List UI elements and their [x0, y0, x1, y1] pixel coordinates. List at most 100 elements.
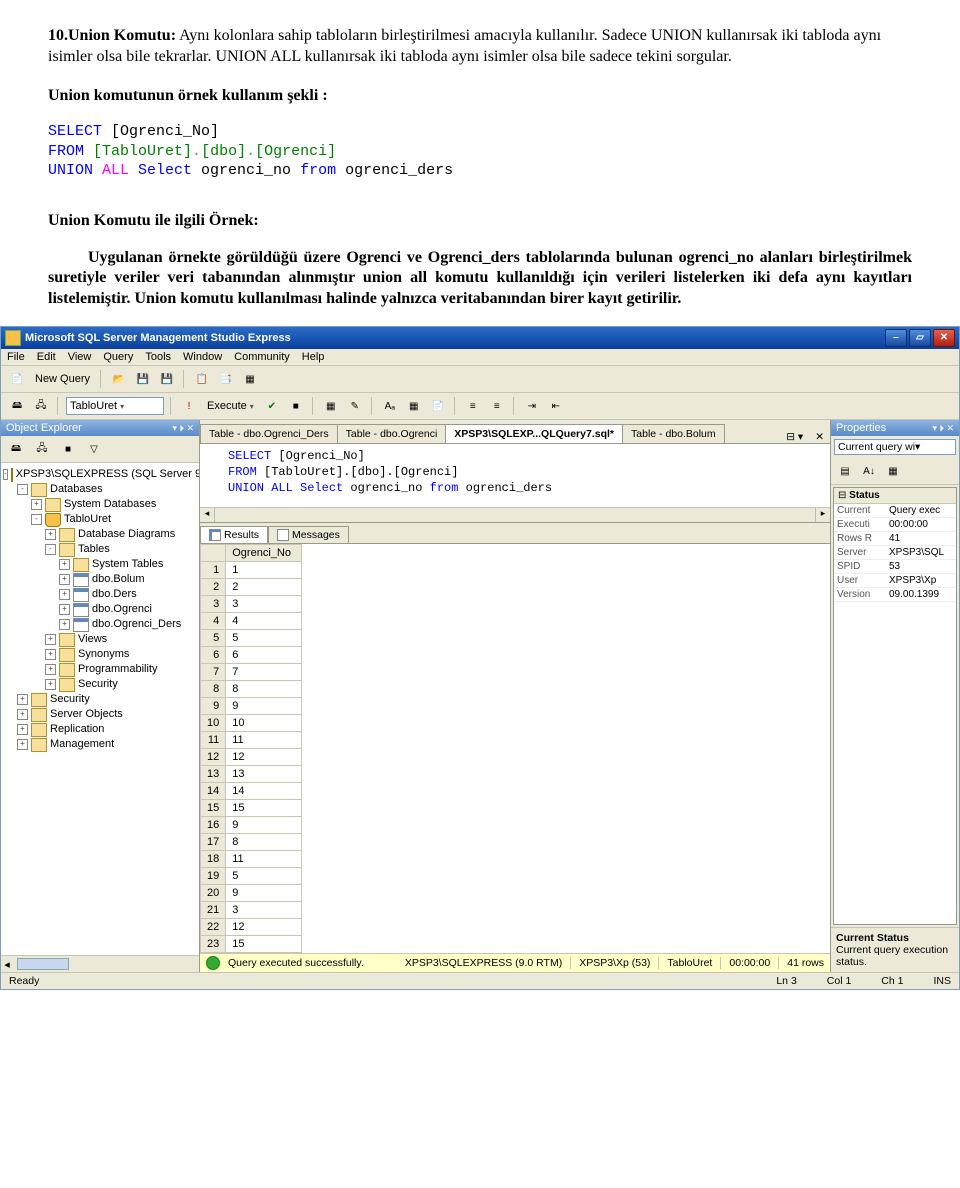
editor-horizontal-scrollbar[interactable]: ◂▸ — [200, 507, 830, 522]
property-row[interactable]: UserXPSP3\Xp — [834, 574, 956, 588]
parse-icon[interactable]: ✔ — [262, 396, 282, 416]
pane-controls[interactable]: ▾ ⏵ ✕ — [172, 423, 194, 434]
disconnect-icon[interactable]: 🖧 — [32, 439, 52, 459]
expander-icon[interactable]: + — [59, 574, 70, 585]
stop-icon[interactable]: ■ — [286, 396, 306, 416]
table-row[interactable]: 2212 — [201, 919, 302, 936]
menu-community[interactable]: Community — [234, 351, 290, 363]
tree-node[interactable]: -TabloUret — [3, 512, 197, 527]
tree-node[interactable]: +Server Objects — [3, 707, 197, 722]
filter-icon[interactable]: ▽ — [84, 439, 104, 459]
tree-node[interactable]: +Security — [3, 692, 197, 707]
table-row[interactable]: 1414 — [201, 783, 302, 800]
tree-node[interactable]: +dbo.Bolum — [3, 572, 197, 587]
object-tree[interactable]: -XPSP3\SQLEXPRESS (SQL Server 9-Database… — [1, 463, 199, 955]
expander-icon[interactable]: + — [17, 694, 28, 705]
list-icon[interactable]: 📑 — [216, 369, 236, 389]
tree-node[interactable]: +Programmability — [3, 662, 197, 677]
tab-overflow-icon[interactable]: ⊟ ▾ — [780, 431, 809, 443]
close-button[interactable]: ✕ — [933, 329, 955, 347]
expander-icon[interactable]: + — [17, 709, 28, 720]
tree-node[interactable]: +dbo.Ders — [3, 587, 197, 602]
properties-combo[interactable]: Current query wi▾ — [834, 439, 956, 455]
expander-icon[interactable]: + — [31, 499, 42, 510]
expander-icon[interactable]: - — [17, 484, 28, 495]
table-row[interactable]: 66 — [201, 647, 302, 664]
expander-icon[interactable]: + — [17, 739, 28, 750]
expander-icon[interactable]: + — [45, 634, 56, 645]
results-text-icon[interactable]: Aₐ — [380, 396, 400, 416]
indent-icon[interactable]: ⇥ — [522, 396, 542, 416]
table-row[interactable]: 1111 — [201, 732, 302, 749]
execute-button[interactable]: Execute — [203, 400, 258, 412]
menu-window[interactable]: Window — [183, 351, 222, 363]
prop-pages-icon[interactable]: ▦ — [883, 461, 903, 481]
expander-icon[interactable]: + — [59, 619, 70, 630]
tree-node[interactable]: -Databases — [3, 482, 197, 497]
table-row[interactable]: 1515 — [201, 800, 302, 817]
expander-icon[interactable]: + — [17, 724, 28, 735]
properties-section[interactable]: ⊟ Status — [834, 488, 956, 504]
table-row[interactable]: 1313 — [201, 766, 302, 783]
table-row[interactable]: 195 — [201, 868, 302, 885]
menu-edit[interactable]: Edit — [37, 351, 56, 363]
alphabetical-icon[interactable]: A↓ — [859, 461, 879, 481]
table-row[interactable]: 88 — [201, 681, 302, 698]
table-row[interactable]: 33 — [201, 596, 302, 613]
tab-ogrenci-ders[interactable]: Table - dbo.Ogrenci_Ders — [200, 424, 338, 443]
uncomment-icon[interactable]: ≡ — [487, 396, 507, 416]
property-row[interactable]: SPID53 — [834, 560, 956, 574]
col-ogrenci-no[interactable]: Ogrenci_No — [226, 545, 302, 562]
btn-icon[interactable]: ▦ — [321, 396, 341, 416]
tree-node[interactable]: +Security — [3, 677, 197, 692]
table-row[interactable]: 11 — [201, 562, 302, 579]
property-row[interactable]: Version09.00.1399 — [834, 588, 956, 602]
outdent-icon[interactable]: ⇤ — [546, 396, 566, 416]
tab-close-icon[interactable]: ✕ — [809, 431, 830, 443]
tree-node[interactable]: -XPSP3\SQLEXPRESS (SQL Server 9 — [3, 467, 197, 482]
tree-node[interactable]: +System Databases — [3, 497, 197, 512]
table-row[interactable]: 22 — [201, 579, 302, 596]
menu-file[interactable]: File — [7, 351, 25, 363]
tree-node[interactable]: +dbo.Ogrenci — [3, 602, 197, 617]
table-row[interactable]: 1010 — [201, 715, 302, 732]
change-conn-icon[interactable]: 🖧 — [31, 396, 51, 416]
object-explorer-title[interactable]: Object Explorer ▾ ⏵ ✕ — [1, 420, 199, 436]
tree-node[interactable]: +Management — [3, 737, 197, 752]
database-combo[interactable]: TabloUret — [66, 397, 164, 415]
minimize-button[interactable]: – — [885, 329, 907, 347]
menu-help[interactable]: Help — [302, 351, 325, 363]
connect-icon[interactable]: 🖴 — [7, 396, 27, 416]
table-row[interactable]: 55 — [201, 630, 302, 647]
table-row[interactable]: 2315 — [201, 936, 302, 953]
tree-node[interactable]: +Synonyms — [3, 647, 197, 662]
table-row[interactable]: 1212 — [201, 749, 302, 766]
expander-icon[interactable]: + — [45, 529, 56, 540]
maximize-button[interactable]: ▱ — [909, 329, 931, 347]
comment-icon[interactable]: ≡ — [463, 396, 483, 416]
menu-tools[interactable]: Tools — [145, 351, 171, 363]
table-row[interactable]: 77 — [201, 664, 302, 681]
save-icon[interactable]: 💾 — [133, 369, 153, 389]
table-row[interactable]: 1811 — [201, 851, 302, 868]
table-row[interactable]: 178 — [201, 834, 302, 851]
tree-node[interactable]: +Views — [3, 632, 197, 647]
expander-icon[interactable]: - — [31, 514, 42, 525]
expander-icon[interactable]: + — [45, 664, 56, 675]
tab-query7[interactable]: XPSP3\SQLEXP...QLQuery7.sql* — [445, 424, 623, 443]
expander-icon[interactable]: + — [45, 679, 56, 690]
titlebar[interactable]: Microsoft SQL Server Management Studio E… — [1, 327, 959, 349]
table-row[interactable]: 209 — [201, 885, 302, 902]
open-icon[interactable]: 📂 — [109, 369, 129, 389]
categorized-icon[interactable]: ▤ — [835, 461, 855, 481]
tree-horizontal-scrollbar[interactable]: ◂ — [1, 955, 199, 972]
property-row[interactable]: Executi00:00:00 — [834, 518, 956, 532]
expander-icon[interactable]: + — [45, 649, 56, 660]
tree-node[interactable]: -Tables — [3, 542, 197, 557]
expander-icon[interactable]: + — [59, 604, 70, 615]
tree-node[interactable]: +dbo.Ogrenci_Ders — [3, 617, 197, 632]
results-grid[interactable]: Ogrenci_No 11223344556677889910101111121… — [200, 544, 830, 953]
expander-icon[interactable]: + — [59, 589, 70, 600]
table-row[interactable]: 213 — [201, 902, 302, 919]
table-row[interactable]: 44 — [201, 613, 302, 630]
